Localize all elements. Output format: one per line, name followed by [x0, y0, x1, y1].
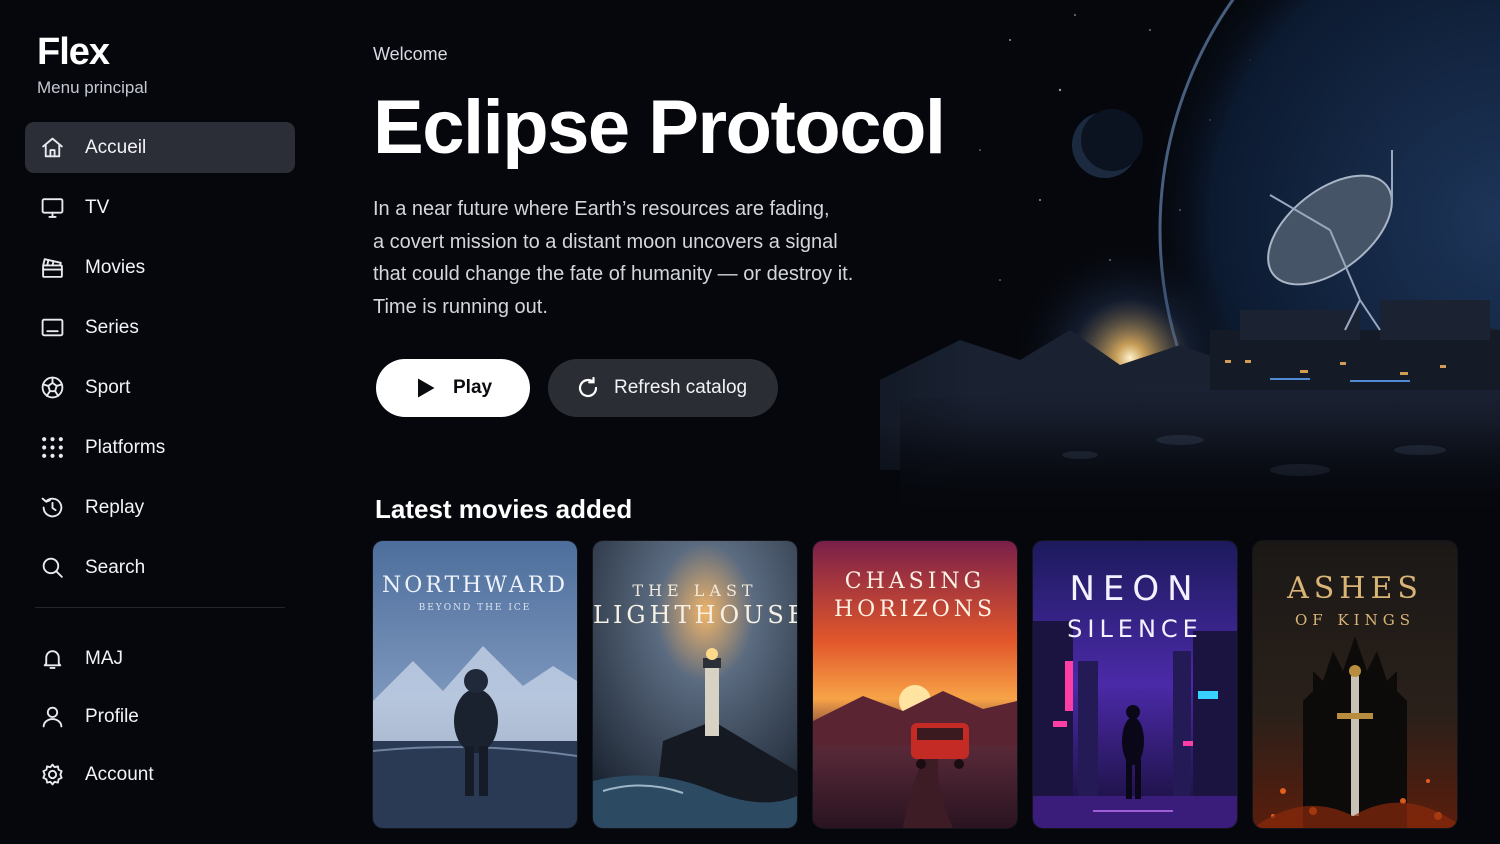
home-icon	[39, 135, 65, 161]
sidebar-item-label: Series	[85, 316, 139, 338]
sidebar-item-label: TV	[85, 196, 110, 218]
poster-title: NORTHWARD	[382, 573, 568, 598]
poster-subtitle: OF KINGS	[1295, 611, 1415, 629]
app-root: Flex Menu principal Accueil TV Movies Se…	[0, 0, 1500, 844]
hero: Welcome Eclipse Protocol In a near futur…	[373, 44, 993, 417]
clapperboard-icon	[39, 255, 65, 281]
movie-card-neon-silence[interactable]: NEON SILENCE	[1033, 541, 1237, 828]
movie-card-northward[interactable]: NORTHWARD BEYOND THE ICE	[373, 541, 577, 828]
hero-description-line: a covert mission to a distant moon uncov…	[373, 230, 838, 253]
play-icon	[418, 378, 435, 398]
search-icon	[39, 555, 65, 581]
sidebar-item-movies[interactable]: Movies	[25, 242, 295, 293]
sidebar-item-series[interactable]: Series	[25, 302, 295, 353]
movie-card-chasing-horizons[interactable]: CHASING HORIZONS	[813, 541, 1017, 828]
movie-row: NORTHWARD BEYOND THE ICE THE LAST LIGHTH…	[373, 541, 1457, 828]
sidebar: Flex Menu principal Accueil TV Movies Se…	[0, 0, 320, 844]
history-icon	[39, 495, 65, 521]
welcome-label: Welcome	[373, 44, 448, 64]
sidebar-item-platforms[interactable]: Platforms	[25, 422, 295, 473]
hero-description: In a near future where Earth’s resources…	[373, 193, 933, 323]
app-name: Flex	[37, 31, 110, 73]
latest-movies-title: Latest movies added	[375, 494, 633, 524]
bell-icon	[39, 646, 65, 672]
poster-title: NEON	[1069, 569, 1201, 609]
grid-dots-icon	[39, 435, 65, 461]
secondary-nav: MAJ Profile Account	[25, 633, 295, 800]
sidebar-item-label: Search	[85, 556, 146, 578]
refresh-icon	[578, 376, 598, 398]
sidebar-item-label: Movies	[85, 256, 146, 278]
sidebar-item-sport[interactable]: Sport	[25, 362, 295, 413]
hero-title: Eclipse Protocol	[373, 85, 946, 170]
sidebar-item-label: MAJ	[85, 647, 123, 669]
tv-icon	[39, 195, 65, 221]
play-button-label: Play	[453, 377, 493, 398]
sidebar-item-label: Platforms	[85, 436, 166, 458]
sidebar-item-replay[interactable]: Replay	[25, 482, 295, 533]
sidebar-item-label: Profile	[85, 705, 139, 727]
sidebar-item-label: Account	[85, 763, 154, 785]
sidebar-item-profile[interactable]: Profile	[25, 691, 295, 742]
poster-title: CHASING	[844, 569, 986, 594]
sidebar-item-accueil[interactable]: Accueil	[25, 122, 295, 173]
sidebar-item-label: Accueil	[85, 136, 147, 158]
hero-description-line: Time is running out.	[373, 295, 548, 318]
hero-description-line: In a near future where Earth’s resources…	[373, 198, 830, 220]
poster-subtitle: LIGHTHOUSE	[593, 601, 797, 629]
app-subtitle: Menu principal	[37, 78, 148, 97]
hero-description-line: that could change the fate of humanity —…	[373, 263, 854, 285]
poster-title: THE LAST	[632, 581, 758, 600]
play-button[interactable]: Play	[376, 359, 530, 417]
screen-icon	[39, 315, 65, 341]
poster-subtitle: HORIZONS	[833, 597, 997, 622]
sidebar-item-label: Sport	[85, 376, 131, 398]
ball-icon	[39, 375, 65, 401]
refresh-catalog-button[interactable]: Refresh catalog	[548, 359, 778, 417]
gear-icon	[39, 762, 65, 788]
poster-subtitle: SILENCE	[1067, 615, 1203, 643]
poster-subtitle: BEYOND THE ICE	[418, 603, 532, 613]
main-nav: Accueil TV Movies Series Sport Platforms…	[25, 122, 295, 593]
sidebar-item-tv[interactable]: TV	[25, 182, 295, 233]
sidebar-item-maj[interactable]: MAJ	[25, 633, 295, 684]
user-icon	[39, 704, 65, 730]
sidebar-item-account[interactable]: Account	[25, 749, 295, 800]
poster-title: ASHES	[1287, 571, 1423, 606]
sidebar-item-label: Replay	[85, 496, 145, 518]
refresh-button-label: Refresh catalog	[614, 377, 748, 398]
movie-card-ashes-of-kings[interactable]: ASHES OF KINGS	[1253, 541, 1457, 828]
movie-card-the-last-lighthouse[interactable]: THE LAST LIGHTHOUSE	[593, 541, 797, 828]
sidebar-divider	[35, 607, 285, 608]
sidebar-item-search[interactable]: Search	[25, 542, 295, 593]
hero-actions: Play Refresh catalog	[376, 359, 993, 417]
brand: Flex Menu principal	[25, 30, 295, 98]
